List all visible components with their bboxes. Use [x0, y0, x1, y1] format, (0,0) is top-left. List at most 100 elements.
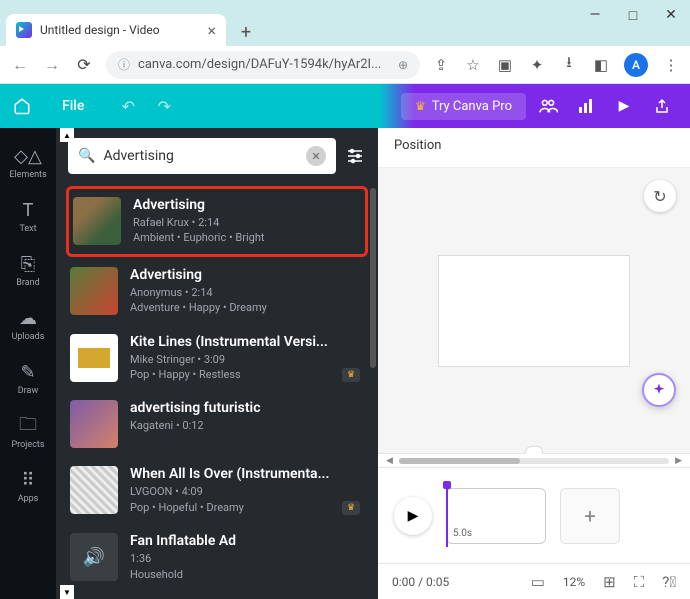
rail-elements[interactable]: ◇△Elements	[0, 136, 56, 190]
side-rail: ◇△Elements TText ⎘Brand ☁Uploads ✎Draw 🗀…	[0, 128, 56, 599]
share-icon[interactable]: ⇪	[432, 56, 450, 74]
analytics-icon[interactable]	[570, 90, 602, 122]
audio-track[interactable]: When All Is Over (Instrumenta... LVGOON …	[66, 458, 368, 523]
scroll-left-icon[interactable]: ◀	[386, 456, 393, 466]
site-info-icon[interactable]: ⓘ	[118, 56, 130, 73]
notes-icon[interactable]: ▭	[531, 573, 545, 591]
playhead[interactable]	[443, 481, 451, 489]
track-thumbnail	[70, 466, 118, 514]
folder-icon: 🗀	[19, 417, 37, 437]
track-tags: Pop • Hopeful • Dreamy	[130, 500, 364, 515]
track-thumbnail	[73, 197, 121, 245]
window-minimize-icon[interactable]: —	[588, 8, 602, 22]
add-clip-button[interactable]: +	[560, 488, 620, 544]
track-tags: Ambient • Euphoric • Bright	[133, 230, 361, 245]
grid-view-icon[interactable]: ⊞	[603, 573, 616, 591]
bookmark-icon[interactable]: ☆	[464, 56, 482, 74]
extension-icon[interactable]: ▣	[496, 56, 514, 74]
share-icon[interactable]	[646, 90, 678, 122]
panel-scroll-down-icon[interactable]: ▼	[60, 585, 74, 599]
fullscreen-icon[interactable]: ⛶	[634, 573, 645, 591]
time-display: 0:00 / 0:05	[392, 575, 449, 589]
browser-tabs: Untitled design - Video × +	[0, 10, 690, 46]
puzzle-icon[interactable]: ✦	[528, 56, 546, 74]
filter-icon[interactable]	[344, 138, 366, 174]
audio-panel: ▲ 🔍 ✕ Advertising Rafael Krux • 2:14 Amb…	[56, 128, 378, 599]
search-box: 🔍 ✕	[68, 138, 336, 174]
file-menu-button[interactable]: File	[44, 84, 102, 128]
collab-icon[interactable]	[532, 90, 564, 122]
new-tab-button[interactable]: +	[232, 18, 260, 46]
try-pro-button[interactable]: ♛ Try Canva Pro	[401, 93, 526, 120]
try-pro-label: Try Canva Pro	[432, 99, 512, 114]
forward-icon: →	[42, 55, 62, 75]
profile-avatar[interactable]: A	[624, 53, 648, 77]
bottom-bar: 0:00 / 0:05 ▭ 12% ⊞ ⛶ ?⃝	[378, 563, 690, 599]
undo-icon[interactable]: ↶	[114, 92, 142, 120]
shapes-icon: ◇△	[14, 147, 42, 167]
clear-search-icon[interactable]: ✕	[306, 146, 326, 166]
audio-track[interactable]: Kite Lines (Instrumental Versi... Mike S…	[66, 326, 368, 391]
timeline-clip[interactable]: 5.0s	[446, 488, 546, 544]
audio-track[interactable]: Advertising Rafael Krux • 2:14 Ambient •…	[66, 186, 368, 257]
position-button[interactable]: Position	[378, 128, 690, 168]
track-thumbnail	[70, 400, 118, 448]
sparkle-icon	[651, 382, 667, 398]
window-close-icon[interactable]: ✕	[664, 8, 678, 22]
home-icon	[13, 97, 31, 115]
sidepanel-icon[interactable]: ◧	[592, 56, 610, 74]
grid-icon: ⠿	[21, 471, 34, 491]
download-icon[interactable]: ⭳	[560, 56, 578, 74]
tab-close-icon[interactable]: ×	[207, 21, 216, 40]
reload-icon[interactable]: ⟳	[74, 55, 94, 74]
crown-icon: ♛	[415, 99, 426, 113]
rail-projects[interactable]: 🗀Projects	[0, 406, 56, 460]
app-header: File ↶ ↷ ♛ Try Canva Pro ▶	[0, 84, 690, 128]
text-icon: T	[23, 201, 34, 221]
timeline-play-button[interactable]: ▶	[394, 497, 432, 535]
audio-track[interactable]: 🔊 Fan Inflatable Ad 1:36 Household	[66, 525, 368, 590]
audio-track[interactable]: advertising futuristic Kagateni • 0:12	[66, 392, 368, 456]
horizontal-scrollbar[interactable]: ◀ ▶	[378, 453, 690, 467]
browser-menu-icon[interactable]: ⋮	[662, 56, 680, 74]
track-tags: Household	[130, 567, 364, 582]
timeline-expand-icon[interactable]	[525, 446, 543, 454]
pencil-icon: ✎	[20, 363, 35, 383]
audio-track[interactable]: Advertising Anonymus • 2:14 Adventure • …	[66, 259, 368, 324]
home-button[interactable]	[0, 84, 44, 128]
pro-badge-icon: ♛	[342, 501, 360, 515]
pro-badge-icon: ♛	[342, 368, 360, 382]
rail-text[interactable]: TText	[0, 190, 56, 244]
track-thumbnail	[70, 267, 118, 315]
help-icon[interactable]: ?⃝	[662, 573, 676, 591]
url-input[interactable]: ⓘ canva.com/design/DAFuY-1594k/hyAr2I...…	[106, 51, 420, 79]
page[interactable]	[439, 256, 629, 366]
rail-brand[interactable]: ⎘Brand	[0, 244, 56, 298]
track-title: Fan Inflatable Ad	[130, 533, 364, 549]
rail-uploads[interactable]: ☁Uploads	[0, 298, 56, 352]
magic-button[interactable]	[642, 373, 676, 407]
track-title: advertising futuristic	[130, 400, 364, 416]
canvas[interactable]: ↻	[378, 168, 690, 453]
canvas-area: Position ↻ ◀ ▶ ▶ 5.0s + 0:00 / 0:05 ▭	[378, 128, 690, 599]
rail-draw[interactable]: ✎Draw	[0, 352, 56, 406]
search-input[interactable]	[103, 148, 298, 164]
redo-icon[interactable]: ↷	[150, 92, 178, 120]
browser-tab[interactable]: Untitled design - Video ×	[6, 14, 226, 46]
present-icon[interactable]: ▶	[608, 90, 640, 122]
rotate-icon[interactable]: ↻	[644, 180, 676, 212]
track-title: Advertising	[130, 267, 364, 283]
scroll-right-icon[interactable]: ▶	[675, 456, 682, 466]
canva-favicon-icon	[16, 22, 32, 38]
zoom-level[interactable]: 12%	[563, 575, 585, 589]
rail-apps[interactable]: ⠿Apps	[0, 460, 56, 514]
back-icon[interactable]: ←	[10, 55, 30, 75]
url-text: canva.com/design/DAFuY-1594k/hyAr2I...	[138, 57, 381, 72]
track-title: Kite Lines (Instrumental Versi...	[130, 334, 364, 350]
panel-scrollbar[interactable]	[370, 188, 376, 368]
window-maximize-icon[interactable]: □	[626, 8, 640, 22]
track-tags: Adventure • Happy • Dreamy	[130, 300, 364, 315]
zoom-icon[interactable]: ⊕	[398, 58, 408, 72]
panel-scroll-up-icon[interactable]: ▲	[60, 128, 74, 142]
track-artist-duration: Anonymus • 2:14	[130, 285, 364, 300]
